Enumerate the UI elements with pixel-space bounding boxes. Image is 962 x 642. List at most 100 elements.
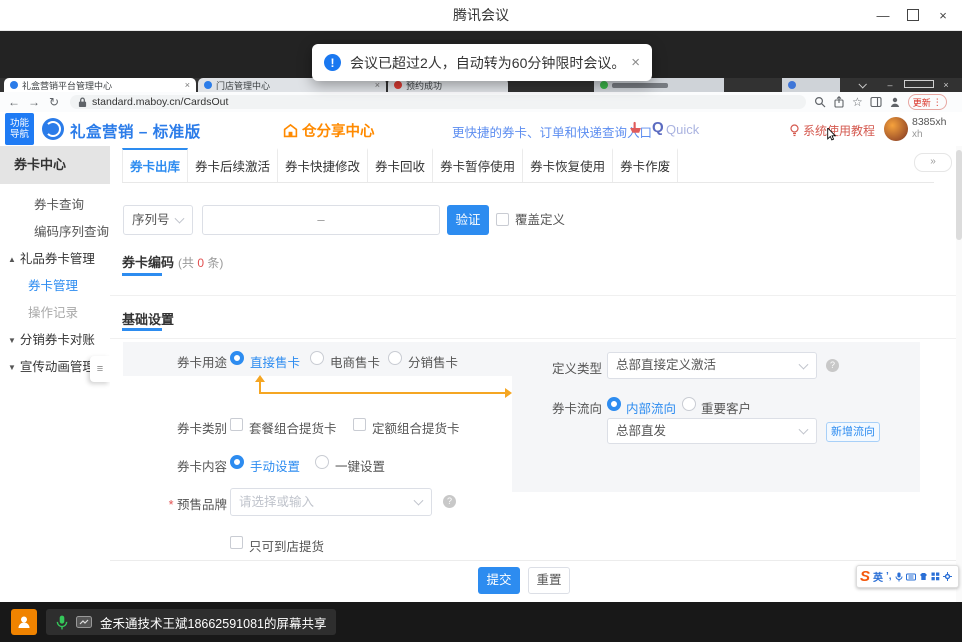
pickup-checkbox[interactable] — [230, 536, 243, 549]
sidebar-item-code-sequence-query[interactable]: 编码序列查询 — [0, 219, 110, 246]
override-label[interactable]: 覆盖定义 — [515, 205, 565, 235]
sidebar-collapse-handle[interactable]: ≡ — [90, 356, 110, 382]
browser-maximize-button[interactable] — [904, 80, 932, 90]
serial-type-select[interactable]: 序列号 — [123, 205, 193, 235]
flow-radio-internal[interactable] — [607, 397, 621, 411]
browser-tab-partial[interactable] — [782, 78, 840, 92]
sidebar-item-card-management-active[interactable]: 券卡管理 — [0, 273, 110, 300]
chrome-update-badge[interactable]: 更新 ⋮ — [908, 94, 947, 110]
usage-option-direct[interactable]: 直接售卡 — [250, 352, 300, 371]
zoom-icon[interactable] — [814, 96, 826, 108]
sidebar-title: 券卡中心 — [0, 146, 110, 184]
reset-button[interactable]: 重置 — [528, 567, 570, 594]
define-type-select[interactable]: 总部直接定义激活 — [607, 352, 817, 379]
forward-icon[interactable]: → — [24, 95, 44, 109]
ime-language-toggle[interactable]: 英 — [873, 569, 883, 584]
ime-skin-icon[interactable] — [919, 572, 928, 581]
quick-search-icon[interactable]: Q — [652, 119, 664, 136]
sidebar-item-gift-card-management[interactable]: ▲礼品券卡管理 — [0, 246, 110, 273]
screen-share-label: 金禾通技术王斌18662591081的屏幕共享 — [100, 613, 326, 632]
content-option-onekey[interactable]: 一键设置 — [335, 456, 385, 475]
sidebar: 券卡中心 券卡查询 编码序列查询 ▲礼品券卡管理 券卡管理 操作记录 ▼分销券卡… — [0, 146, 111, 602]
quick-search-label[interactable]: Quick — [666, 122, 699, 137]
maximize-button[interactable] — [898, 0, 928, 30]
share-icon[interactable] — [833, 96, 845, 108]
verify-button[interactable]: 验证 — [447, 205, 489, 235]
usage-option-ecommerce[interactable]: 电商售卡 — [330, 352, 380, 371]
ime-toolbar[interactable]: S 英 ’, — [856, 565, 959, 588]
browser-tab-active[interactable]: 礼盒营销平台管理中心 × — [4, 78, 196, 92]
browser-close-button[interactable]: × — [932, 80, 960, 90]
expand-tabs-button[interactable]: » — [914, 153, 952, 172]
reload-icon[interactable]: ↻ — [44, 95, 64, 109]
app-header: 功能 导航 礼盒营销 – 标准版 仓分享中心 更快捷的券卡、订单和快递查询入口 … — [0, 112, 962, 147]
user-avatar[interactable] — [884, 117, 908, 141]
override-checkbox[interactable] — [496, 213, 509, 226]
brand-placeholder: 请选择或输入 — [231, 489, 431, 515]
usage-radio-ecommerce[interactable] — [310, 351, 324, 365]
tab-card-recycle[interactable]: 券卡回收 — [368, 148, 433, 182]
content-radio-onekey[interactable] — [315, 455, 329, 469]
tab-card-void[interactable]: 券卡作废 — [613, 148, 678, 182]
sidebar-item-operation-log[interactable]: 操作记录 — [0, 300, 110, 327]
function-nav-button[interactable]: 功能 导航 — [5, 113, 34, 145]
content-radio-manual[interactable] — [230, 455, 244, 469]
ime-grid-icon[interactable] — [931, 572, 940, 581]
add-flow-button[interactable]: 新增流向 — [826, 422, 880, 442]
ime-keyboard-icon[interactable] — [906, 573, 916, 581]
category-checkbox-set[interactable] — [230, 418, 243, 431]
browser-minimize-button[interactable]: – — [876, 80, 904, 90]
category-option-fixed[interactable]: 定额组合提货卡 — [372, 418, 460, 437]
share-center-link[interactable]: 仓分享中心 — [283, 120, 375, 141]
tab-card-resume[interactable]: 券卡恢复使用 — [523, 148, 613, 182]
category-option-set[interactable]: 套餐组合提货卡 — [249, 418, 337, 437]
card-code-section-title: 券卡编码(共 0 条) — [122, 252, 223, 271]
sidebar-item-distribution-reconciliation[interactable]: ▼分销券卡对账 — [0, 327, 110, 354]
serial-range-input[interactable]: – — [202, 205, 440, 235]
minimize-button[interactable]: — — [868, 0, 898, 30]
tab-favicon — [394, 81, 402, 89]
tab-search-icon[interactable] — [848, 80, 876, 90]
flow-radio-vip[interactable] — [682, 397, 696, 411]
ime-mic-icon[interactable] — [895, 572, 903, 582]
back-icon[interactable]: ← — [4, 95, 24, 109]
usage-radio-direct[interactable] — [230, 351, 244, 365]
submit-button[interactable]: 提交 — [478, 567, 520, 594]
quick-entry-link[interactable]: 更快捷的券卡、订单和快递查询入口 — [452, 122, 652, 141]
content-option-manual[interactable]: 手动设置 — [250, 456, 300, 475]
brand-select[interactable]: 请选择或输入 — [230, 488, 432, 516]
tab-card-suspend[interactable]: 券卡暂停使用 — [433, 148, 523, 182]
scrollbar-thumb[interactable] — [956, 150, 962, 240]
scrollbar[interactable] — [956, 146, 962, 602]
menu-dots-icon: ⋮ — [933, 97, 942, 108]
tab-card-reactivate[interactable]: 券卡后续激活 — [188, 148, 278, 182]
ime-toolbox-icon[interactable] — [943, 572, 952, 581]
flow-option-vip[interactable]: 重要客户 — [701, 398, 751, 417]
pickup-label[interactable]: 只可到店提货 — [249, 536, 324, 555]
split-view-icon[interactable] — [870, 96, 882, 108]
screen: 腾讯会议 — × 礼盒营销平台管理中心 × 门店管理中心 × 预约成功 — [0, 0, 962, 642]
category-checkbox-fixed[interactable] — [353, 418, 366, 431]
define-help-icon[interactable]: ? — [826, 359, 839, 372]
ime-punctuation-icon[interactable]: ’, — [886, 571, 892, 582]
app-body: 券卡中心 券卡查询 编码序列查询 ▲礼品券卡管理 券卡管理 操作记录 ▼分销券卡… — [0, 146, 962, 602]
toast-close-icon[interactable]: × — [631, 54, 640, 71]
flow-option-internal[interactable]: 内部流向 — [626, 398, 676, 417]
sidebar-item-card-query[interactable]: 券卡查询 — [0, 192, 110, 219]
profile-icon[interactable] — [889, 96, 901, 108]
tab-close-icon[interactable]: × — [375, 80, 380, 90]
bookmark-star-icon[interactable]: ☆ — [852, 95, 863, 109]
brand-help-icon[interactable]: ? — [443, 495, 456, 508]
usage-option-distribution[interactable]: 分销售卡 — [408, 352, 458, 371]
section-active-underline — [122, 273, 162, 276]
usage-radio-distribution[interactable] — [388, 351, 402, 365]
tab-close-icon[interactable]: × — [185, 80, 190, 90]
close-button[interactable]: × — [928, 0, 958, 30]
lock-icon — [78, 97, 87, 108]
share-center-label: 仓分享中心 — [302, 120, 375, 141]
tab-card-quick-edit[interactable]: 券卡快捷修改 — [278, 148, 368, 182]
address-bar[interactable]: standard.maboy.cn/CardsOut — [70, 95, 806, 109]
url-text: standard.maboy.cn/CardsOut — [92, 96, 228, 108]
tab-card-outbound[interactable]: 券卡出库 — [122, 148, 188, 182]
flow-select[interactable]: 总部直发 — [607, 418, 817, 444]
